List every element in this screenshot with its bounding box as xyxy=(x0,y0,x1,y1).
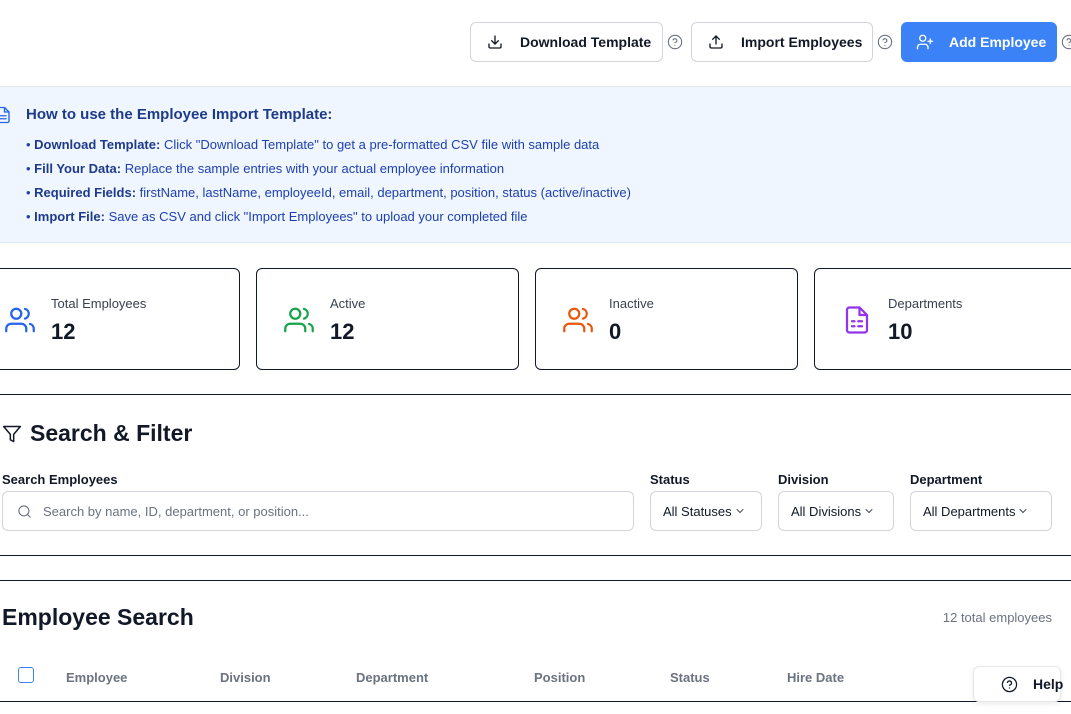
download-icon xyxy=(487,34,503,50)
users-icon xyxy=(5,305,35,335)
user-plus-icon xyxy=(916,33,934,51)
instruction-item: • Download Template: Click "Download Tem… xyxy=(26,137,600,152)
select-all-checkbox[interactable] xyxy=(18,667,34,683)
division-filter-label: Division xyxy=(778,472,829,487)
add-help-icon[interactable] xyxy=(1061,34,1071,50)
column-header-status[interactable]: Status xyxy=(670,670,710,685)
stat-value: 12 xyxy=(51,319,76,344)
import-instructions-banner: How to use the Employee Import Template:… xyxy=(0,87,1071,243)
users-icon xyxy=(563,305,593,335)
search-employees-label: Search Employees xyxy=(2,472,118,487)
upload-icon xyxy=(708,34,724,50)
users-icon xyxy=(284,305,314,335)
division-select-value: All Divisions xyxy=(791,503,862,519)
employee-count: 12 total employees xyxy=(942,610,1052,625)
download-template-button[interactable]: Download Template xyxy=(470,22,663,62)
stat-value: 12 xyxy=(330,319,355,344)
import-employees-button[interactable]: Import Employees xyxy=(691,22,873,62)
import-employees-label: Import Employees xyxy=(741,34,863,50)
column-header-employee[interactable]: Employee xyxy=(66,670,127,685)
status-filter-label: Status xyxy=(650,472,690,487)
search-input[interactable] xyxy=(43,503,603,519)
stat-label: Total Employees xyxy=(51,296,147,311)
stat-card-total-employees: Total Employees 12 xyxy=(0,268,240,370)
file-text-icon xyxy=(842,305,872,335)
column-header-division[interactable]: Division xyxy=(220,670,271,685)
download-help-icon[interactable] xyxy=(667,34,683,50)
filter-icon xyxy=(2,424,22,444)
help-circle-icon xyxy=(1001,676,1018,693)
instruction-item: • Fill Your Data: Replace the sample ent… xyxy=(26,161,505,176)
chevron-down-icon xyxy=(861,505,875,517)
employee-search-title: Employee Search xyxy=(2,604,194,630)
department-select-value: All Departments xyxy=(923,503,1016,519)
search-box xyxy=(2,491,634,531)
toolbar: Download Template Import Employees Add E… xyxy=(0,22,1071,62)
column-header-hire-date[interactable]: Hire Date xyxy=(787,670,844,685)
division-select[interactable]: All Divisions xyxy=(778,491,894,531)
stat-card-active: Active 12 xyxy=(256,268,519,370)
filter-panel-title: Search & Filter xyxy=(30,420,193,446)
stat-label: Inactive xyxy=(609,296,654,311)
employee-panel-top-border xyxy=(0,580,1071,581)
table-header-divider xyxy=(0,701,1071,702)
stat-label: Active xyxy=(330,296,366,311)
stat-value: 0 xyxy=(609,319,622,344)
filter-panel-header: Search & Filter xyxy=(2,420,192,447)
stat-value: 10 xyxy=(888,319,913,344)
instructions-list: • Download Template: Click "Download Tem… xyxy=(26,137,631,233)
column-header-position[interactable]: Position xyxy=(534,670,585,685)
file-text-icon xyxy=(0,106,12,124)
add-employee-button[interactable]: Add Employee xyxy=(901,22,1057,62)
column-header-department[interactable]: Department xyxy=(356,670,428,685)
stat-card-departments: Departments 10 xyxy=(814,268,1071,370)
status-select[interactable]: All Statuses xyxy=(650,491,762,531)
search-icon xyxy=(17,504,32,519)
chevron-down-icon xyxy=(1015,505,1029,517)
instruction-item: • Import File: Save as CSV and click "Im… xyxy=(26,209,528,224)
department-select[interactable]: All Departments xyxy=(910,491,1052,531)
add-employee-label: Add Employee xyxy=(949,34,1047,50)
instructions-title: How to use the Employee Import Template: xyxy=(26,106,333,123)
import-help-icon[interactable] xyxy=(877,34,893,50)
stat-label: Departments xyxy=(888,296,963,311)
filter-panel-bottom-border xyxy=(0,555,1071,556)
filter-panel-top-border xyxy=(0,394,1071,395)
help-label: Help xyxy=(1033,676,1064,692)
stat-card-inactive: Inactive 0 xyxy=(535,268,798,370)
help-button[interactable]: Help xyxy=(973,666,1064,702)
chevron-down-icon xyxy=(732,505,746,517)
status-select-value: All Statuses xyxy=(663,503,732,519)
download-template-label: Download Template xyxy=(520,34,652,50)
instruction-item: • Required Fields: firstName, lastName, … xyxy=(26,185,631,200)
department-filter-label: Department xyxy=(910,472,983,487)
